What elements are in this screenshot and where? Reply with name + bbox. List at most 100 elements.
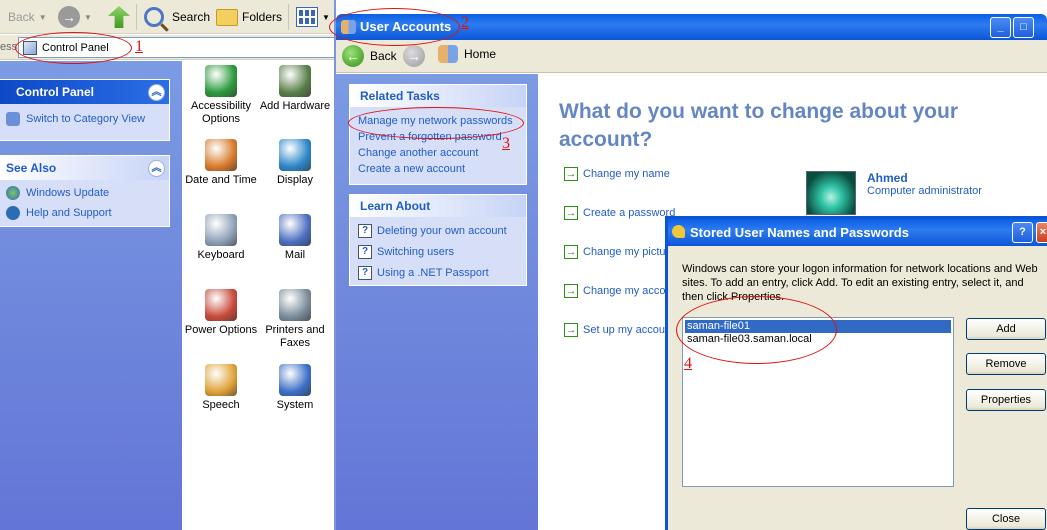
user-name: Ahmed — [867, 171, 908, 185]
collapse-icon[interactable]: ︽ — [148, 159, 165, 177]
views-button[interactable]: ▼ — [296, 4, 330, 30]
arrow-right-icon: → — [564, 167, 578, 181]
ua-home-button[interactable]: Home — [438, 45, 496, 63]
windows-update-label: Windows Update — [26, 187, 110, 199]
help-support-link[interactable]: Help and Support — [0, 203, 169, 223]
up-folder-button[interactable] — [108, 4, 130, 30]
see-also-header-label: See Also — [6, 161, 57, 175]
change-another-account-link[interactable]: Change another account — [350, 145, 526, 161]
item-label: Date and Time — [185, 174, 257, 186]
ua-forward-button[interactable]: → — [403, 45, 425, 67]
deleting-account-link[interactable]: ? Deleting your own account — [350, 217, 526, 240]
see-also-header[interactable]: See Also ︽ — [0, 156, 169, 180]
item-label: Speech — [202, 399, 240, 411]
help-button[interactable]: ? — [1012, 222, 1033, 243]
back-button[interactable]: Back ▼ — [0, 4, 47, 30]
set-up-account-task[interactable]: → Set up my accoun — [564, 323, 671, 337]
dialog-title-bar[interactable]: Stored User Names and Passwords ? × — [668, 219, 1047, 246]
folders-label: Folders — [242, 10, 283, 24]
mail-icon — [279, 214, 311, 246]
keyboard-icon — [205, 214, 237, 246]
learn-about-header: Learn About — [350, 195, 526, 217]
task-label: Change my pictur — [583, 246, 670, 258]
windows-update-icon — [6, 186, 20, 200]
control-panel-toolbar: Back ▼ → ▼ Search Folders ▼ — [0, 0, 336, 34]
toolbar-separator — [136, 4, 137, 30]
switching-users-link[interactable]: ? Switching users — [350, 240, 526, 261]
views-icon — [296, 7, 318, 27]
help-icon: ? — [358, 224, 372, 238]
help-icon: ? — [358, 245, 372, 259]
forward-button[interactable]: → ▼ — [58, 4, 92, 30]
accessibility-options-item[interactable]: Accessibility Options — [182, 65, 260, 126]
display-item[interactable]: Display — [256, 139, 334, 187]
power-options-item[interactable]: Power Options — [182, 289, 260, 337]
page-heading: What do you want to change about your ac… — [559, 100, 958, 151]
stored-credentials-dialog: Stored User Names and Passwords ? × Wind… — [665, 216, 1047, 530]
item-label: Add Hardware — [259, 100, 331, 112]
forward-arrow-icon: → — [403, 45, 425, 67]
arrow-right-icon: → — [564, 245, 578, 259]
search-button[interactable]: Search — [144, 4, 210, 30]
address-label: ess — [0, 41, 18, 53]
control-panel-icon — [23, 40, 37, 55]
close-icon[interactable]: × — [1036, 222, 1047, 243]
search-label: Search — [172, 10, 211, 24]
help-icon — [6, 206, 20, 220]
create-password-task[interactable]: → Create a password — [564, 206, 675, 220]
link-label: Deleting your own account — [377, 225, 507, 237]
clock-icon — [205, 139, 237, 171]
up-arrow-icon — [108, 6, 130, 28]
create-new-account-link[interactable]: Create a new account — [350, 161, 526, 177]
keyboard-item[interactable]: Keyboard — [182, 214, 260, 262]
user-accounts-title-bar[interactable]: User Accounts _ □ — [336, 14, 1047, 40]
collapse-icon[interactable]: ︽ — [148, 83, 165, 101]
system-icon — [279, 364, 311, 396]
chevron-down-icon: ▼ — [38, 12, 47, 22]
link-label: Using a .NET Passport — [377, 267, 489, 279]
item-label: Keyboard — [197, 249, 245, 261]
folders-button[interactable]: Folders — [216, 4, 282, 30]
address-field[interactable]: Control Panel — [18, 37, 336, 58]
switch-view-label: Switch to Category View — [26, 113, 146, 125]
date-time-item[interactable]: Date and Time — [182, 139, 260, 187]
control-panel-header[interactable]: Control Panel ︽ — [0, 80, 169, 104]
add-button[interactable]: Add — [966, 318, 1046, 340]
user-avatar — [806, 171, 856, 215]
properties-button[interactable]: Properties — [966, 389, 1046, 411]
annotation-number-1: 1 — [135, 38, 143, 55]
maximize-button[interactable]: □ — [1013, 17, 1034, 38]
dialog-title: Stored User Names and Passwords — [690, 225, 909, 240]
speech-item[interactable]: Speech — [182, 364, 260, 412]
credentials-list[interactable]: saman-file01 saman-file03.saman.local — [682, 317, 954, 487]
back-arrow-icon: ← — [342, 45, 364, 67]
change-name-task[interactable]: → Change my name — [564, 167, 670, 181]
remove-button[interactable]: Remove — [966, 353, 1046, 375]
prevent-forgotten-password-link[interactable]: Prevent a forgotten password — [350, 129, 526, 145]
manage-network-passwords-link[interactable]: Manage my network passwords — [350, 107, 526, 129]
add-hardware-item[interactable]: Add Hardware — [256, 65, 334, 113]
speech-icon — [205, 364, 237, 396]
printers-faxes-item[interactable]: Printers and Faxes — [256, 289, 334, 350]
list-item[interactable]: saman-file01 — [685, 320, 951, 333]
item-label: Power Options — [184, 324, 258, 336]
windows-update-link[interactable]: Windows Update — [0, 180, 169, 203]
ua-back-button[interactable]: ← Back — [342, 45, 397, 67]
list-item[interactable]: saman-file03.saman.local — [685, 333, 951, 346]
address-value: Control Panel — [42, 41, 109, 54]
close-button[interactable]: Close — [966, 508, 1046, 530]
address-bar: ess Control Panel — [0, 35, 336, 60]
change-picture-task[interactable]: → Change my pictur — [564, 245, 669, 259]
display-icon — [279, 139, 311, 171]
control-panel-header-label: Control Panel — [16, 85, 95, 99]
learn-about-box: Learn About ? Deleting your own account … — [349, 194, 527, 286]
net-passport-link[interactable]: ? Using a .NET Passport — [350, 261, 526, 282]
arrow-right-icon: → — [564, 284, 578, 298]
system-item[interactable]: System — [256, 364, 334, 412]
switch-category-view-link[interactable]: Switch to Category View — [0, 104, 169, 129]
chevron-down-icon: ▼ — [322, 12, 330, 22]
category-view-icon — [6, 112, 20, 126]
minimize-button[interactable]: _ — [990, 17, 1011, 38]
mail-item[interactable]: Mail — [256, 214, 334, 262]
change-account-type-task[interactable]: → Change my accou — [564, 284, 672, 298]
